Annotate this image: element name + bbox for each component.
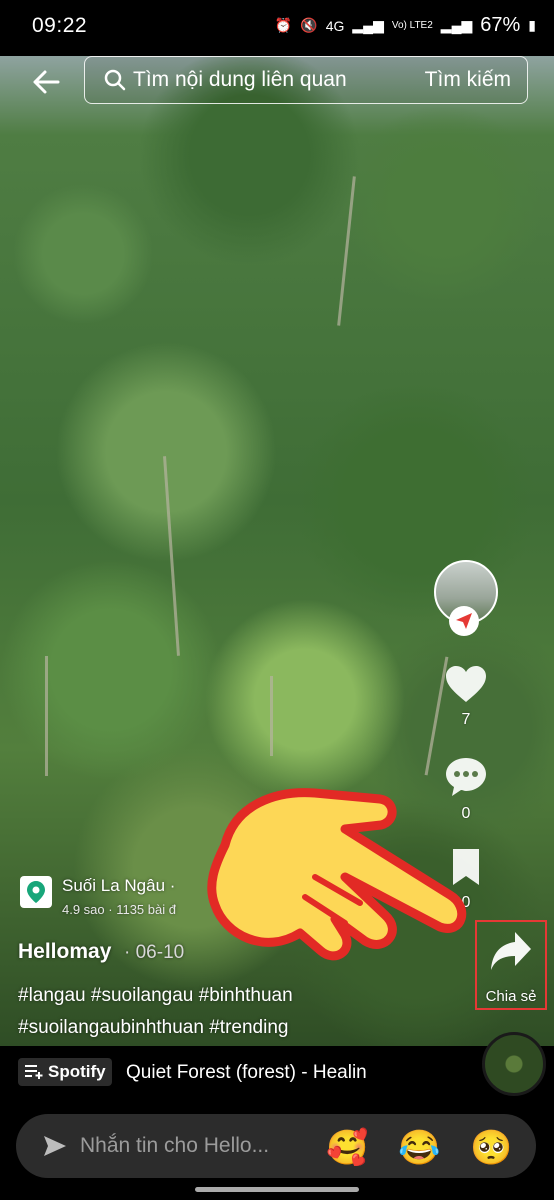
share-button[interactable]: Chia sẻ: [475, 920, 547, 1010]
pointing-hand-icon: [207, 788, 467, 961]
tree-trunk: [163, 456, 180, 656]
share-arrow-icon: [491, 932, 531, 970]
search-button[interactable]: Tìm kiếm: [425, 68, 511, 92]
network-label: 4G: [325, 17, 345, 34]
tree-trunk: [45, 656, 48, 776]
tree-trunk: [270, 676, 273, 756]
signal2-icon: ▂▄▆: [440, 17, 473, 33]
heart-icon: [446, 666, 486, 702]
mute-icon: 🔇: [300, 17, 318, 33]
location-meta: 4.9 sao · 1135 bài đ: [62, 902, 176, 917]
spotify-label: Spotify: [48, 1062, 106, 1081]
follow-button[interactable]: [449, 606, 479, 636]
volte-label: Vo) LTE2: [391, 20, 433, 31]
back-button[interactable]: [26, 62, 66, 102]
message-input[interactable]: Nhắn tin cho Hello... 🥰 😂 🥺: [16, 1114, 536, 1178]
music-disc[interactable]: [482, 1032, 546, 1096]
search-bar-row: Tìm nội dung liên quan Tìm kiếm: [0, 56, 554, 106]
emoji-pleading[interactable]: 🥺: [470, 1128, 512, 1168]
add-playlist-icon: [25, 1065, 43, 1079]
location-pin-icon: [20, 876, 52, 908]
message-placeholder: Nhắn tin cho Hello...: [80, 1134, 270, 1157]
author-name[interactable]: Hellomay: [18, 940, 111, 964]
send-icon: [44, 1136, 66, 1156]
clock: 09:22: [32, 14, 88, 37]
home-indicator[interactable]: [195, 1187, 359, 1192]
search-placeholder: Tìm nội dung liên quan: [133, 68, 347, 91]
search-icon: [104, 69, 126, 91]
emoji-smiling-hearts[interactable]: 🥰: [326, 1128, 368, 1168]
tree-trunk: [337, 176, 356, 326]
arrow-left-icon: [33, 70, 60, 94]
battery-icon: ▮: [528, 17, 536, 33]
search-input[interactable]: Tìm nội dung liên quan Tìm kiếm: [84, 56, 528, 104]
location-name: Suối La Ngâu ·: [62, 876, 176, 895]
hashtags-line-2[interactable]: #suoilangaubinhthuan #trending: [18, 1017, 288, 1039]
signal-icon: ▂▄▆: [352, 17, 384, 33]
hashtags-line-1[interactable]: #langau #suoilangau #binhthuan: [18, 985, 293, 1007]
battery-percent: 67%: [480, 14, 521, 36]
music-title: Quiet Forest (forest) - Healin: [126, 1062, 367, 1083]
status-bar: 09:22 ⏰ 🔇 4G ▂▄▆ Vo) LTE2 ▂▄▆ 67% ▮: [0, 0, 554, 56]
send-arrow-icon: [456, 613, 472, 629]
alarm-icon: ⏰: [274, 17, 293, 33]
music-bar[interactable]: Spotify Quiet Forest (forest) - Healin: [0, 1032, 554, 1100]
emoji-tears-of-joy[interactable]: 😂: [398, 1128, 440, 1168]
message-bar: Nhắn tin cho Hello... 🥰 😂 🥺: [0, 1100, 554, 1200]
like-button[interactable]: 7: [444, 664, 488, 729]
status-icons: ⏰ 🔇 4G ▂▄▆ Vo) LTE2 ▂▄▆ 67% ▮: [275, 14, 536, 37]
spotify-chip[interactable]: Spotify: [18, 1058, 112, 1086]
like-count: 7: [461, 711, 471, 728]
post-date: · 06-10: [124, 942, 185, 963]
share-label: Chia sẻ: [485, 988, 537, 1005]
